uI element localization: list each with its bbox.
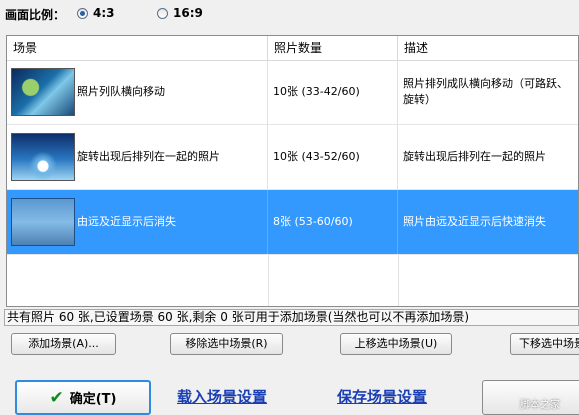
radio-16-9-label: 16:9 [173, 6, 203, 20]
radio-16-9[interactable]: 16:9 [157, 6, 203, 20]
scene-thumbnail [11, 68, 75, 116]
remove-scene-button[interactable]: 移除选中场景(R) [170, 333, 283, 355]
save-scene-settings-link[interactable]: 保存场景设置 [337, 386, 427, 407]
scene-name: 旋转出现后排列在一起的照片 [77, 150, 220, 163]
aspect-ratio-label: 画面比例： [5, 8, 66, 22]
description-cell: 照片由远及近显示后快速消失 [403, 215, 546, 228]
scene-cell: 由远及近显示后消失 [7, 190, 268, 254]
table-header: 场景 照片数量 描述 [7, 36, 578, 61]
watermark: 脚本之家 [520, 400, 560, 411]
scene-table: 场景 照片数量 描述 照片列队横向移动 10张 (33-42/60) 照片排列成… [6, 35, 579, 307]
checkmark-icon: ✔ [49, 387, 64, 408]
description-cell: 照片排列成队横向移动（可路跃、旋转） [403, 77, 568, 106]
table-row[interactable]: 照片列队横向移动 10张 (33-42/60) 照片排列成队横向移动（可路跃、旋… [7, 60, 578, 125]
move-up-button[interactable]: 上移选中场景(U) [340, 333, 452, 355]
column-header-description[interactable]: 描述 [398, 36, 578, 60]
photo-count-cell: 10张 (43-52/60) [268, 125, 398, 189]
status-text: 共有照片 60 张,已设置场景 60 张,剩余 0 张可用于添加场景(当然也可以… [4, 309, 579, 326]
radio-unselected-icon [157, 7, 168, 19]
scene-name: 照片列队横向移动 [77, 85, 165, 98]
scene-thumbnail [11, 133, 75, 181]
table-row[interactable]: 旋转出现后排列在一起的照片 10张 (43-52/60) 旋转出现后排列在一起的… [7, 125, 578, 190]
radio-4-3[interactable]: 4:3 [77, 6, 115, 20]
move-down-button[interactable]: 下移选中场景 [510, 333, 579, 355]
column-divider [268, 255, 269, 306]
table-row-selected[interactable]: 由远及近显示后消失 8张 (53-60/60) 照片由远及近显示后快速消失 [7, 190, 578, 255]
ok-button[interactable]: ✔ 确定(T) [15, 380, 151, 415]
radio-selected-icon [77, 7, 88, 19]
column-header-photo-count[interactable]: 照片数量 [268, 36, 398, 60]
table-empty-area [7, 255, 578, 306]
description-cell: 旋转出现后排列在一起的照片 [403, 150, 546, 163]
scene-name: 由远及近显示后消失 [77, 215, 176, 228]
scene-cell: 照片列队横向移动 [7, 60, 268, 124]
add-scene-button[interactable]: 添加场景(A)... [11, 333, 116, 355]
aspect-ratio-row: 画面比例： 4:3 16:9 [0, 0, 579, 26]
scene-cell: 旋转出现后排列在一起的照片 [7, 125, 268, 189]
photo-count-cell: 8张 (53-60/60) [268, 190, 398, 254]
photo-count-cell: 10张 (33-42/60) [268, 60, 398, 124]
ok-button-label: 确定(T) [69, 392, 117, 407]
column-divider [398, 255, 399, 306]
scene-thumbnail [11, 198, 75, 246]
radio-4-3-label: 4:3 [93, 6, 115, 20]
column-header-scene[interactable]: 场景 [7, 36, 268, 60]
load-scene-settings-link[interactable]: 载入场景设置 [177, 386, 267, 407]
